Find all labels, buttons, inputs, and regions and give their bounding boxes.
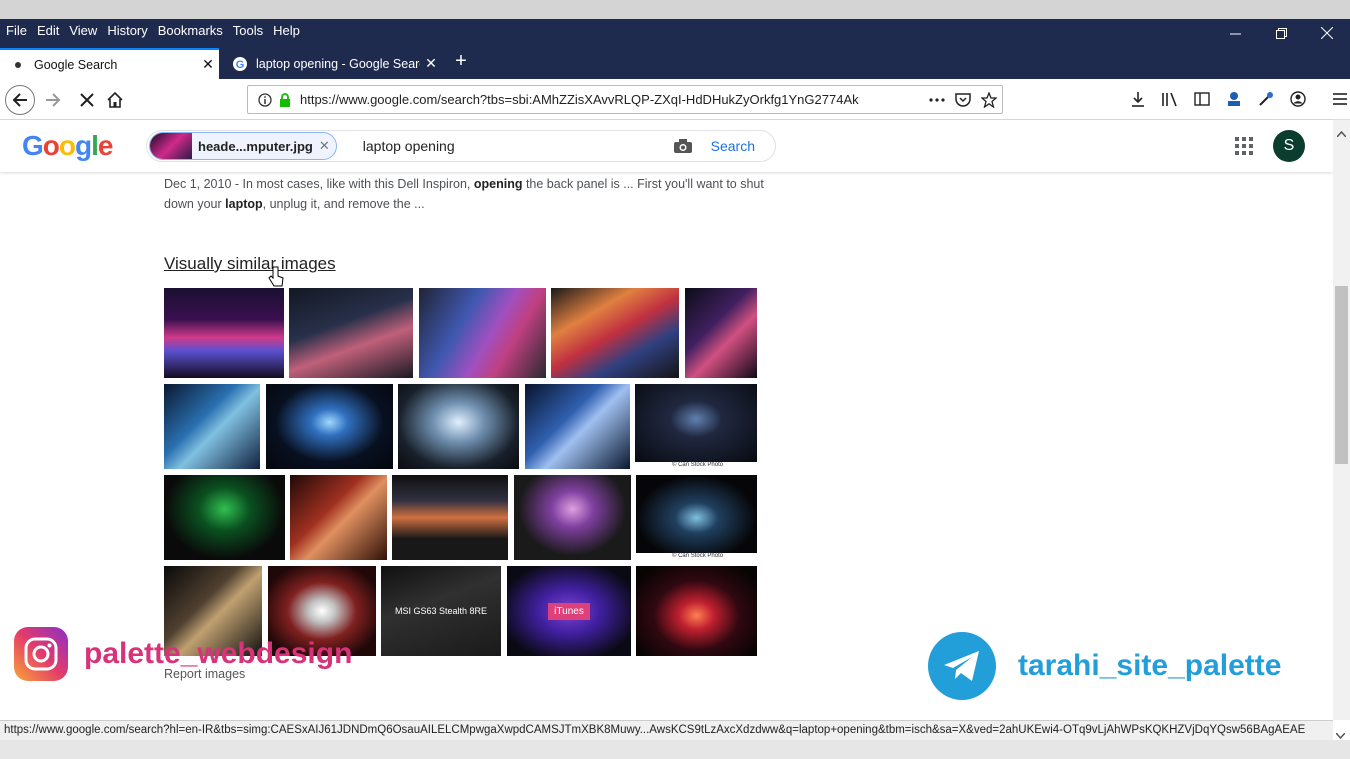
similar-image[interactable] xyxy=(290,475,387,560)
home-icon[interactable] xyxy=(100,85,130,115)
similar-image[interactable] xyxy=(398,384,519,469)
telegram-icon xyxy=(928,632,996,700)
new-tab-plus-icon[interactable]: + xyxy=(450,50,472,72)
menu-help[interactable]: Help xyxy=(268,23,305,38)
snippet-bold: opening xyxy=(473,177,523,191)
similar-image[interactable] xyxy=(164,384,260,469)
snippet-bold: laptop xyxy=(225,197,263,211)
eyedropper-icon[interactable] xyxy=(1250,87,1282,111)
similar-image[interactable] xyxy=(636,566,757,656)
similar-image[interactable] xyxy=(636,475,757,553)
bottom-strip xyxy=(0,740,1350,759)
info-icon[interactable] xyxy=(252,92,278,107)
google-favicon-icon: G xyxy=(232,56,248,72)
navigation-bar: https://www.google.com/search?tbs=sbi:AM… xyxy=(0,79,1350,120)
scrollbar-thumb[interactable] xyxy=(1335,286,1348,464)
sidebar-icon[interactable] xyxy=(1186,87,1218,111)
similar-image[interactable] xyxy=(266,384,393,469)
title-strip xyxy=(0,0,1350,19)
image-caption: © Can Stock Photo xyxy=(672,462,724,468)
menu-edit[interactable]: Edit xyxy=(32,23,64,38)
tab-title: Google Search xyxy=(34,57,118,72)
back-arrow-icon[interactable] xyxy=(5,85,35,115)
tab-laptop-opening[interactable]: G laptop opening - Google Search ✕ xyxy=(222,48,442,79)
address-bar[interactable]: https://www.google.com/search?tbs=sbi:AM… xyxy=(247,85,1003,114)
close-tab-icon[interactable]: ✕ xyxy=(420,55,442,72)
camera-icon[interactable] xyxy=(669,138,697,154)
extension-stamp-icon[interactable] xyxy=(1218,87,1250,111)
search-button[interactable]: Search xyxy=(711,138,755,154)
google-header: Google heade...mputer.jpg ✕ laptop openi… xyxy=(0,120,1333,172)
similar-image[interactable] xyxy=(635,384,757,462)
similar-image[interactable] xyxy=(164,288,284,378)
snippet-text: In most cases, like with this Dell Inspi… xyxy=(242,177,474,191)
account-icon[interactable] xyxy=(1282,87,1314,111)
stop-loading-icon[interactable] xyxy=(72,85,102,115)
image-caption: iTunes xyxy=(548,602,590,620)
svg-text:G: G xyxy=(236,59,245,71)
similar-image[interactable] xyxy=(164,475,285,560)
similar-image[interactable] xyxy=(514,475,631,560)
similar-image[interactable] xyxy=(419,288,546,378)
download-icon[interactable] xyxy=(1122,87,1154,111)
telegram-watermark: tarahi_site_palette xyxy=(928,632,1281,700)
library-icon[interactable] xyxy=(1154,87,1186,111)
query-image-thumbnail xyxy=(150,133,192,159)
vertical-scrollbar[interactable] xyxy=(1333,120,1350,720)
more-actions-icon[interactable] xyxy=(924,97,950,102)
pocket-icon[interactable] xyxy=(950,92,976,107)
avatar[interactable]: S xyxy=(1273,130,1305,162)
image-caption: © Can Stock Photo xyxy=(672,553,724,559)
hamburger-menu-icon[interactable] xyxy=(1324,87,1350,111)
close-tab-icon[interactable]: ✕ xyxy=(197,56,219,73)
result-snippet: Dec 1, 2010 - In most cases, like with t… xyxy=(164,174,764,214)
forward-arrow-icon[interactable] xyxy=(38,85,68,115)
search-input[interactable]: laptop opening xyxy=(363,138,669,154)
bookmark-star-icon[interactable] xyxy=(976,91,1002,108)
instagram-watermark: palette_webdesign xyxy=(14,627,352,681)
image-caption: MSI GS63 Stealth 8RE xyxy=(394,606,488,616)
lock-icon xyxy=(278,92,292,107)
google-logo[interactable]: Google xyxy=(22,130,113,162)
telegram-handle: tarahi_site_palette xyxy=(1018,649,1282,682)
instagram-handle: palette_webdesign xyxy=(84,637,353,670)
status-bar-link-preview: https://www.google.com/search?hl=en-IR&t… xyxy=(0,720,1333,740)
scroll-up-arrow-icon[interactable] xyxy=(1336,124,1347,142)
visually-similar-heading[interactable]: Visually similar images xyxy=(164,254,336,274)
url-text: https://www.google.com/search?tbs=sbi:AM… xyxy=(300,92,859,107)
similar-image[interactable] xyxy=(525,384,630,469)
tab-dot-icon xyxy=(10,57,26,73)
search-box: heade...mputer.jpg ✕ laptop opening Sear… xyxy=(146,130,776,162)
image-query-chip[interactable]: heade...mputer.jpg ✕ xyxy=(149,132,337,160)
apps-grid-icon[interactable] xyxy=(1234,136,1254,156)
menu-tools[interactable]: Tools xyxy=(228,23,268,38)
menu-bookmarks[interactable]: Bookmarks xyxy=(153,23,228,38)
instagram-icon xyxy=(14,627,68,681)
similar-image[interactable] xyxy=(289,288,413,378)
tab-bar: Google Search ✕ G laptop opening - Googl… xyxy=(0,42,1350,79)
snippet-date: Dec 1, 2010 - xyxy=(164,177,243,191)
menu-bar: File Edit View History Bookmarks Tools H… xyxy=(0,19,1350,42)
remove-image-icon[interactable]: ✕ xyxy=(319,138,330,154)
snippet-text: , unplug it, and remove the ... xyxy=(262,197,425,211)
query-image-name: heade...mputer.jpg xyxy=(198,138,313,154)
menu-file[interactable]: File xyxy=(0,23,32,38)
toolbar-icons xyxy=(1122,87,1350,111)
similar-image[interactable]: iTunes xyxy=(507,566,631,656)
similar-image[interactable] xyxy=(551,288,679,378)
similar-image[interactable] xyxy=(685,288,757,378)
similar-image[interactable] xyxy=(392,475,508,560)
tab-google-search[interactable]: Google Search ✕ xyxy=(0,48,219,79)
menu-view[interactable]: View xyxy=(64,23,102,38)
similar-image[interactable]: MSI GS63 Stealth 8RE xyxy=(381,566,501,656)
menu-history[interactable]: History xyxy=(102,23,152,38)
tab-title: laptop opening - Google Search xyxy=(256,56,420,71)
